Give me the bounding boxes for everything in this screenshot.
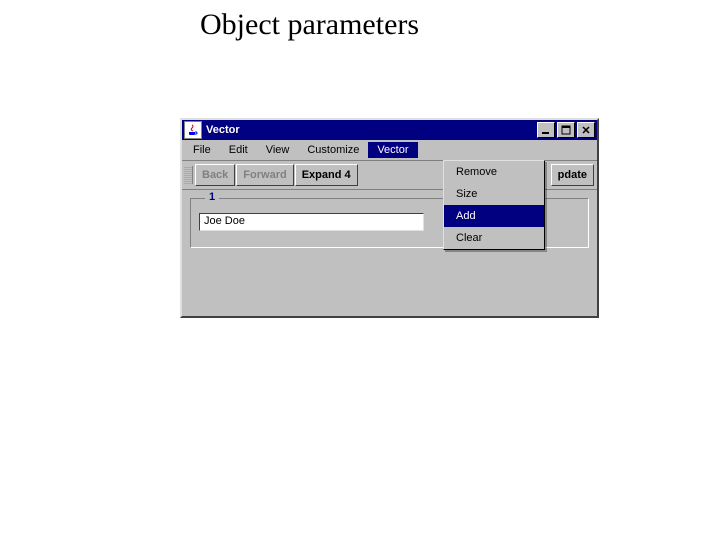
back-button[interactable]: Back <box>195 164 235 186</box>
menu-item-size[interactable]: Size <box>444 183 544 205</box>
expand-button[interactable]: Expand 4 <box>295 164 358 186</box>
title-bar[interactable]: Vector <box>182 120 597 140</box>
window-title: Vector <box>206 124 535 136</box>
menu-edit[interactable]: Edit <box>220 142 257 158</box>
menu-item-add[interactable]: Add <box>444 205 544 227</box>
page-heading: Object parameters <box>200 8 720 42</box>
toolbar-grip-icon <box>184 166 193 184</box>
vector-menu: Remove Size Add Clear <box>443 160 545 250</box>
menu-item-clear[interactable]: Clear <box>444 227 544 249</box>
menu-bar: File Edit View Customize Vector <box>182 140 597 161</box>
update-button[interactable]: pdate <box>551 164 594 186</box>
menu-customize[interactable]: Customize <box>298 142 368 158</box>
forward-button[interactable]: Forward <box>236 164 293 186</box>
element-field[interactable]: Joe Doe <box>199 213 424 231</box>
group-legend: 1 <box>205 191 219 203</box>
menu-view[interactable]: View <box>257 142 299 158</box>
close-button[interactable] <box>577 122 595 138</box>
menu-file[interactable]: File <box>184 142 220 158</box>
minimize-button[interactable] <box>537 122 555 138</box>
menu-item-remove[interactable]: Remove <box>444 161 544 183</box>
menu-vector[interactable]: Vector <box>368 142 417 158</box>
maximize-button[interactable] <box>557 122 575 138</box>
java-cup-icon <box>184 121 202 139</box>
